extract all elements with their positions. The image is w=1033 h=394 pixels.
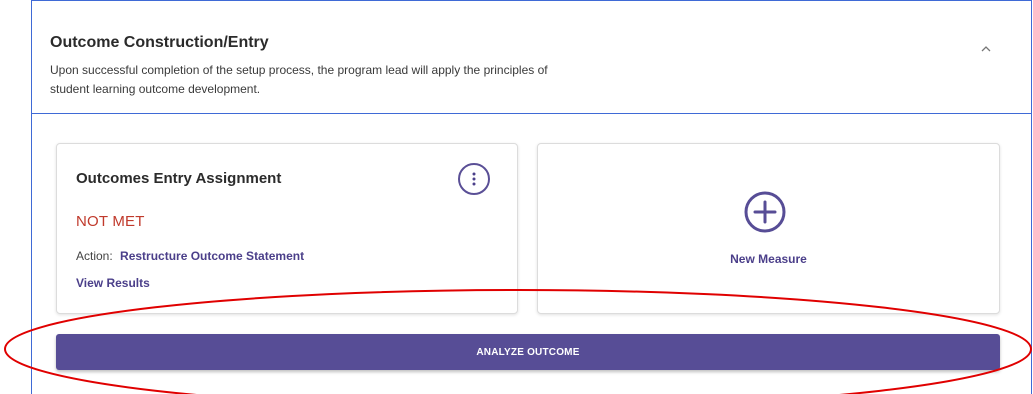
view-results-link[interactable]: View Results bbox=[76, 276, 150, 290]
kebab-menu-icon bbox=[472, 172, 476, 186]
outcome-panel: Outcome Construction/Entry Upon successf… bbox=[31, 0, 1032, 394]
collapse-button[interactable] bbox=[974, 37, 998, 61]
panel-header: Outcome Construction/Entry Upon successf… bbox=[32, 1, 1031, 114]
outcomes-entry-assignment-card: Outcomes Entry Assignment NOT MET Action… bbox=[56, 143, 518, 314]
section-title: Outcome Construction/Entry bbox=[50, 34, 269, 51]
action-link[interactable]: Restructure Outcome Statement bbox=[120, 249, 304, 263]
card-menu-button[interactable] bbox=[458, 163, 490, 195]
section-description: Upon successful completion of the setup … bbox=[50, 63, 548, 96]
chevron-up-icon bbox=[981, 46, 991, 52]
action-row: Action: Restructure Outcome Statement bbox=[76, 249, 304, 263]
plus-circle-icon bbox=[744, 191, 786, 233]
new-measure-card[interactable]: New Measure bbox=[537, 143, 1000, 314]
status-badge: NOT MET bbox=[76, 213, 145, 230]
card-title: Outcomes Entry Assignment bbox=[76, 170, 282, 187]
new-measure-label: New Measure bbox=[730, 252, 807, 266]
action-label: Action: bbox=[76, 249, 113, 263]
analyze-outcome-button[interactable]: ANALYZE OUTCOME bbox=[56, 334, 1000, 370]
